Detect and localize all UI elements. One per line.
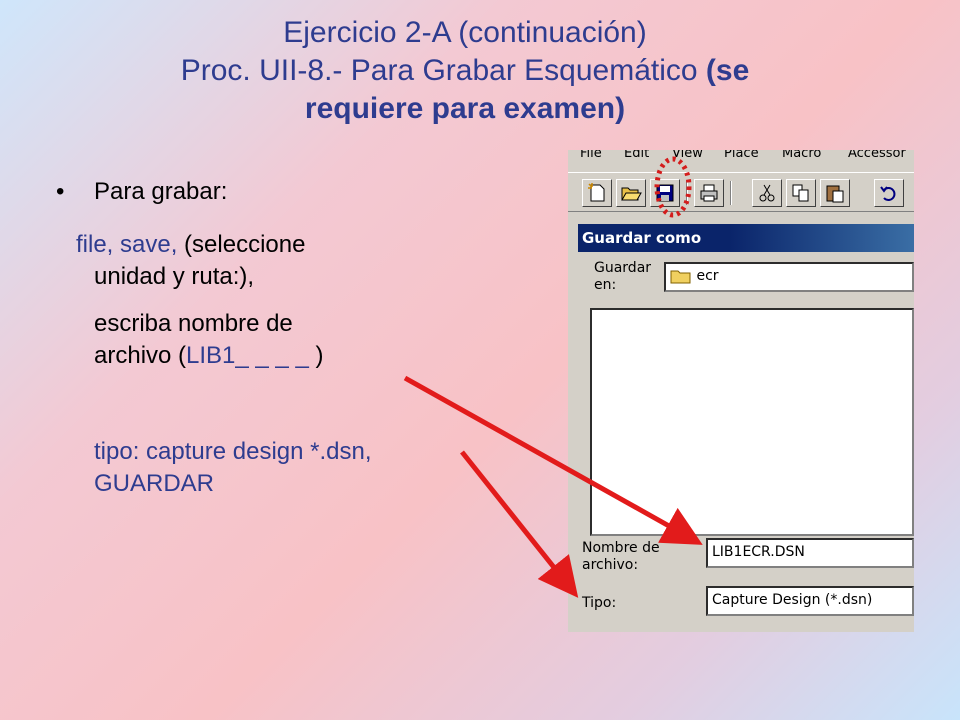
file-type-select[interactable]: Capture Design (*.dsn) [706,586,914,616]
bullet-line-6: GUARDAR [94,470,215,497]
dialog-title: Guardar como [582,229,702,247]
menu-edit[interactable]: Edit [624,150,649,161]
paste-icon[interactable] [820,179,850,207]
bullet-marker: • [56,178,65,205]
menu-bar: File Edit View Place Macro Accessor [568,150,914,170]
bullet-line-4-blue: LIB1_ _ _ _ [186,342,316,369]
bullet-line-1-blue: file, save, [76,231,178,258]
toolbar-separator [730,181,732,205]
title-line-3: requiere para examen) [60,90,870,128]
folder-select[interactable]: ecr [664,262,914,292]
title-line-3-bold: requiere para examen) [304,92,626,125]
bullet-line-1-black: (seleccione [177,231,306,258]
left-strip [568,212,578,632]
print-icon[interactable] [694,179,724,207]
title-line-1: Ejercicio 2-A (continuación) [283,16,647,49]
save-icon[interactable] [650,179,680,207]
bullet-line-3: escriba nombre de [94,310,293,337]
menu-place[interactable]: Place [724,150,759,161]
bullet-line-4-black: archivo ( [94,342,187,369]
toolbar-separator [686,181,688,205]
file-list[interactable] [590,308,914,536]
slide-title: Ejercicio 2-A (continuación) Proc. UII-8… [60,14,870,128]
bullet-line-4: archivo (LIB1_ _ _ _ ) [94,340,323,372]
bullet-head: Para grabar: [94,178,228,205]
file-type-value: Capture Design (*.dsn) [712,592,873,608]
guardar-en-label-line1: Guardar [594,260,652,276]
toolbar [568,172,914,212]
nombre-label-line1: Nombre de [582,540,660,556]
tipo-label: Tipo: [582,595,617,611]
bullet-line-5: tipo: capture design *.dsn, [94,438,372,465]
bullet-line-1: file, save, (seleccione [76,229,305,261]
menu-view[interactable]: View [672,150,703,161]
open-icon[interactable] [616,179,646,207]
arrow-to-file-type [460,450,579,598]
guardar-en-label-line2: en: [594,277,617,293]
bullet-line-2: unidad y ruta:), [94,263,255,290]
folder-icon [670,270,691,284]
undo-icon[interactable] [874,179,904,207]
save-as-dialog: Guardar en: ecr Nombre de archivo: LIB1E… [578,252,914,632]
save-dialog-screenshot: File Edit View Place Macro Accessor Guar… [568,150,914,632]
nombre-label: Nombre de archivo: [582,540,660,574]
filename-input[interactable]: LIB1ECR.DSN [706,538,914,568]
cut-icon[interactable] [752,179,782,207]
folder-value: ecr [696,268,719,284]
dialog-title-bar[interactable]: Guardar como [578,224,914,252]
title-line-2: Proc. UII-8.- Para Grabar Esquemático (s… [60,52,870,90]
menu-accessories[interactable]: Accessor [848,150,906,161]
nombre-label-line2: archivo: [582,557,639,573]
menu-macro[interactable]: Macro [782,150,821,161]
title-line-2-bold: (se [705,54,750,87]
filename-value: LIB1ECR.DSN [712,544,805,560]
new-icon[interactable] [582,179,612,207]
copy-icon[interactable] [786,179,816,207]
menu-file[interactable]: File [580,150,602,161]
title-line-2-plain: Proc. UII-8.- Para Grabar Esquemático [180,54,698,87]
bullet-line-4-end: ) [315,342,324,369]
guardar-en-label: Guardar en: [594,260,651,294]
